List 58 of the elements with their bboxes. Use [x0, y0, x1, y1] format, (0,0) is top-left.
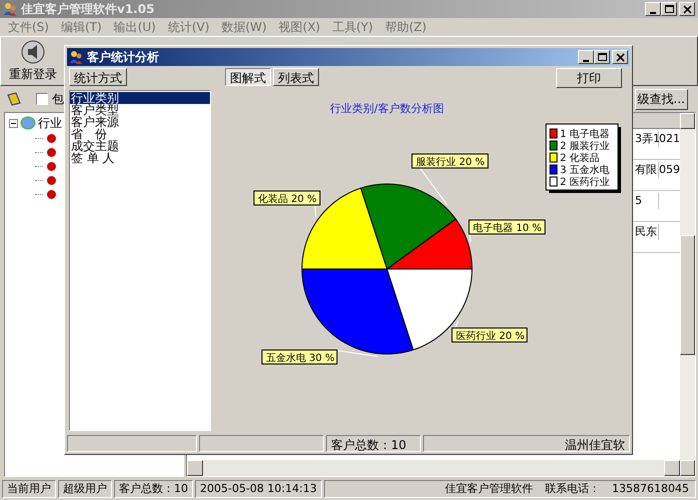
checkbox-label: 包 — [52, 91, 64, 108]
include-checkbox[interactable] — [36, 93, 48, 105]
data-label: 电子电器 10 % — [468, 220, 546, 234]
data-label: 医药行业 20 % — [452, 328, 528, 342]
close-icon[interactable] — [679, 2, 695, 16]
list-item[interactable]: 成交主题 — [70, 140, 210, 152]
data-label: 化装品 20 % — [254, 190, 320, 206]
status-text: 佳宜客户管理软件 — [445, 481, 534, 497]
legend-label: 2 化装品 — [560, 153, 600, 164]
window-title: 佳宜客户管理软件v1.05 — [21, 1, 156, 18]
status-text: 13587618045 — [612, 481, 689, 497]
view-tab[interactable]: 图解式 — [225, 68, 271, 86]
legend-label: 2 医药行业 — [560, 177, 610, 188]
tree-item[interactable]: 行业 — [38, 114, 62, 132]
status-text: 联系电话： — [545, 481, 600, 497]
status-field: 客户总数：10 — [114, 480, 193, 498]
data-label: 服装行业 20 % — [412, 154, 488, 168]
people-icon — [3, 2, 17, 16]
search-button[interactable]: 级查找... — [634, 88, 688, 110]
minimize-icon[interactable] — [645, 2, 661, 16]
status-field: 客户总数：10 — [326, 435, 421, 452]
toolbar-button[interactable]: 重新登录 — [7, 39, 59, 83]
table-cell: 民东 — [635, 224, 659, 240]
view-tab[interactable]: 列表式 — [273, 68, 319, 86]
list-item[interactable]: 签 单 人 — [70, 152, 210, 164]
maximize-icon[interactable] — [594, 50, 610, 64]
legend-label: 3 五金水电 — [560, 165, 610, 176]
method-label: 统计方式 — [69, 68, 127, 86]
leader-line — [420, 168, 448, 206]
data-label: 五金水电 30 % — [262, 350, 338, 364]
maximize-icon[interactable] — [661, 2, 677, 16]
globe-icon — [20, 116, 36, 130]
vertical-scrollbar[interactable] — [680, 113, 695, 476]
table-cell: 021 — [659, 131, 680, 147]
collapse-icon[interactable] — [9, 118, 18, 128]
table-cell: 059 — [659, 162, 680, 178]
table-cell: 3弄1 — [635, 131, 659, 147]
list-item[interactable]: 客户类型 — [70, 104, 210, 116]
list-item[interactable]: 行业类别 — [70, 92, 210, 104]
status-field: 当前用户 — [2, 480, 56, 498]
speaker-icon — [20, 39, 46, 65]
status-field: 2005-05-08 10:14:13 — [195, 480, 322, 498]
legend-label: 2 服装行业 — [560, 141, 610, 152]
status-field: 超级用户 — [58, 480, 112, 498]
legend-label: 1 电子电器 — [560, 129, 610, 140]
table-cell: 有限 — [635, 162, 659, 178]
print-button[interactable]: 打印 — [556, 68, 622, 88]
people-icon — [69, 50, 83, 64]
table-cell: 5 — [635, 193, 659, 209]
leader-line — [314, 204, 316, 218]
dialog-title: 客户统计分析 — [87, 49, 160, 66]
chart-title: 行业类别/客户数分析图 — [330, 102, 444, 115]
list-item[interactable]: 客户来源 — [70, 116, 210, 128]
minimize-icon[interactable] — [578, 50, 594, 64]
status-field: 温州佳宜软 — [423, 435, 630, 452]
list-item[interactable]: 省 份 — [70, 128, 210, 140]
close-icon[interactable] — [612, 50, 628, 64]
horizontal-scrollbar[interactable] — [187, 460, 680, 476]
